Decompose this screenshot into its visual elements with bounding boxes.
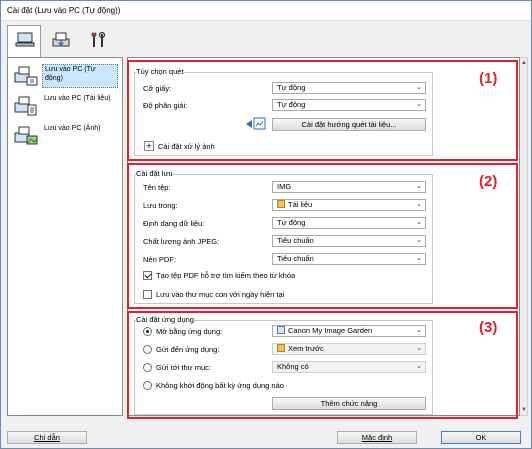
defaults-button-label: Mặc định: [361, 433, 393, 442]
resolution-select[interactable]: Tự động ⌄: [272, 99, 426, 111]
tab-general-settings[interactable]: [81, 25, 115, 55]
jpeg-quality-select[interactable]: Tiêu chuẩn ⌄: [272, 235, 426, 247]
open-with-app-label[interactable]: Mở bằng ứng dụng:: [156, 327, 222, 336]
subfolder-checkbox[interactable]: [143, 290, 152, 299]
computer-icon: [15, 32, 35, 47]
chevron-down-icon: ⌄: [416, 237, 422, 244]
list-item-label: Lưu vào PC (Ảnh): [44, 125, 101, 132]
callout-label-3: (3): [479, 319, 498, 336]
filename-value: IMG: [277, 182, 292, 191]
tab-bar: [1, 21, 531, 57]
list-item-auto[interactable]: Lưu vào PC (Tự động): [12, 62, 120, 90]
no-app-label[interactable]: Không khởi động bất kỳ ứng dụng nào: [156, 381, 284, 390]
scan-options-title: Tùy chọn quét: [136, 67, 184, 76]
send-to-folder-value: Không có: [277, 362, 309, 371]
save-in-label: Lưu trong:: [143, 201, 178, 210]
chevron-down-icon: ⌄: [416, 219, 422, 226]
data-format-label: Định dạng dữ liệu:: [143, 219, 205, 228]
chevron-down-icon: ⌄: [416, 327, 422, 334]
list-item-document[interactable]: Lưu vào PC (Tài liệu): [12, 92, 120, 120]
keyword-pdf-checkbox[interactable]: [143, 271, 152, 280]
defaults-button[interactable]: Mặc định: [337, 431, 417, 444]
send-to-folder-select[interactable]: Không có ⌄: [272, 361, 426, 373]
no-app-radio[interactable]: [143, 381, 152, 390]
scanner-icon: [52, 32, 70, 47]
image-processing-label[interactable]: Cài đặt xử lý ảnh: [158, 142, 215, 151]
document-scan-icon: [14, 96, 37, 116]
chevron-down-icon: ⌄: [416, 363, 422, 370]
save-settings-title: Cài đặt lưu: [136, 169, 173, 178]
data-format-select[interactable]: Tự động ⌄: [272, 217, 426, 229]
chevron-down-icon: ⌄: [416, 255, 422, 262]
resolution-label: Độ phân giải:: [143, 101, 188, 110]
chevron-down-icon: ⌄: [416, 84, 422, 91]
filename-label: Tên tệp:: [143, 183, 171, 192]
tools-icon: [91, 31, 106, 47]
ok-button[interactable]: OK: [441, 431, 521, 444]
folder-icon: [277, 200, 285, 208]
save-in-value: Tài liệu: [288, 200, 313, 209]
callout-label-2: (2): [479, 173, 498, 190]
preview-icon: [277, 344, 285, 352]
chevron-down-icon: ⌄: [416, 201, 422, 208]
photo-scan-icon: [14, 126, 38, 145]
paper-size-value: Tự động: [277, 83, 306, 92]
jpeg-quality-value: Tiêu chuẩn: [277, 236, 314, 245]
list-item-photo[interactable]: Lưu vào PC (Ảnh): [12, 122, 120, 150]
chevron-down-icon: ⌄: [416, 101, 422, 108]
resolution-value: Tự động: [277, 100, 306, 109]
chevron-down-icon: ⌄: [416, 345, 422, 352]
pdf-compression-label: Nén PDF:: [143, 255, 176, 264]
tab-scan-from-computer[interactable]: [7, 25, 41, 57]
send-to-folder-label[interactable]: Gửi tới thư mục:: [156, 363, 211, 372]
auto-scan-icon: [14, 66, 38, 86]
send-to-folder-radio[interactable]: [143, 363, 152, 372]
subfolder-label[interactable]: Lưu vào thư mục con với ngày hiện tại: [156, 290, 284, 299]
app-settings-title: Cài đặt ứng dụng: [136, 315, 194, 324]
open-with-app-select[interactable]: Canon My Image Garden ⌄: [272, 325, 426, 337]
settings-window: Cài đặt (Lưu vào PC (Tự động)) Lưu vào P…: [0, 0, 532, 449]
list-item-label: Lưu vào PC (Tài liệu): [44, 95, 111, 102]
send-to-app-value: Xem trước: [288, 344, 324, 353]
jpeg-quality-label: Chất lượng ảnh JPEG:: [143, 237, 220, 246]
chevron-down-icon: ⌄: [416, 183, 422, 190]
doc-scan-settings-button[interactable]: Cài đặt hướng quét tài liệu...: [272, 118, 426, 131]
scroll-up-icon[interactable]: ▲: [521, 60, 527, 66]
pdf-compression-value: Tiêu chuẩn: [277, 254, 314, 263]
pdf-compression-select[interactable]: Tiêu chuẩn ⌄: [272, 253, 426, 265]
filename-select[interactable]: IMG ⌄: [272, 181, 426, 193]
data-format-value: Tự động: [277, 218, 306, 227]
save-in-select[interactable]: Tài liệu ⌄: [272, 199, 426, 211]
title-bar: Cài đặt (Lưu vào PC (Tự động)): [1, 1, 531, 21]
window-title: Cài đặt (Lưu vào PC (Tự động)): [7, 6, 121, 15]
document-orientation-icon: [246, 117, 266, 130]
send-to-app-radio[interactable]: [143, 345, 152, 354]
tab-scan-from-panel[interactable]: [43, 25, 77, 55]
open-with-app-value: Canon My Image Garden: [288, 326, 373, 335]
paper-size-label: Cỡ giấy:: [143, 84, 172, 93]
expand-plus-icon[interactable]: +: [144, 141, 154, 151]
send-to-app-label[interactable]: Gửi đến ứng dụng:: [156, 345, 219, 354]
app-icon: [277, 326, 285, 334]
help-button[interactable]: Chỉ dẫn: [7, 431, 87, 444]
help-button-label: Chỉ dẫn: [34, 433, 60, 442]
scroll-down-icon[interactable]: ▼: [521, 407, 527, 413]
add-function-button[interactable]: Thêm chức năng: [272, 397, 426, 410]
paper-size-select[interactable]: Tự động ⌄: [272, 82, 426, 94]
open-with-app-radio[interactable]: [143, 327, 152, 336]
scan-mode-list: Lưu vào PC (Tự động) Lưu vào PC (Tài liệ…: [7, 57, 123, 416]
vertical-scrollbar[interactable]: ▲ ▼: [520, 57, 528, 416]
send-to-app-select[interactable]: Xem trước ⌄: [272, 343, 426, 355]
keyword-pdf-label[interactable]: Tạo tệp PDF hỗ trợ tìm kiếm theo từ khóa: [156, 271, 295, 280]
list-item-label: Lưu vào PC (Tự động): [42, 64, 118, 88]
callout-label-1: (1): [479, 70, 498, 87]
